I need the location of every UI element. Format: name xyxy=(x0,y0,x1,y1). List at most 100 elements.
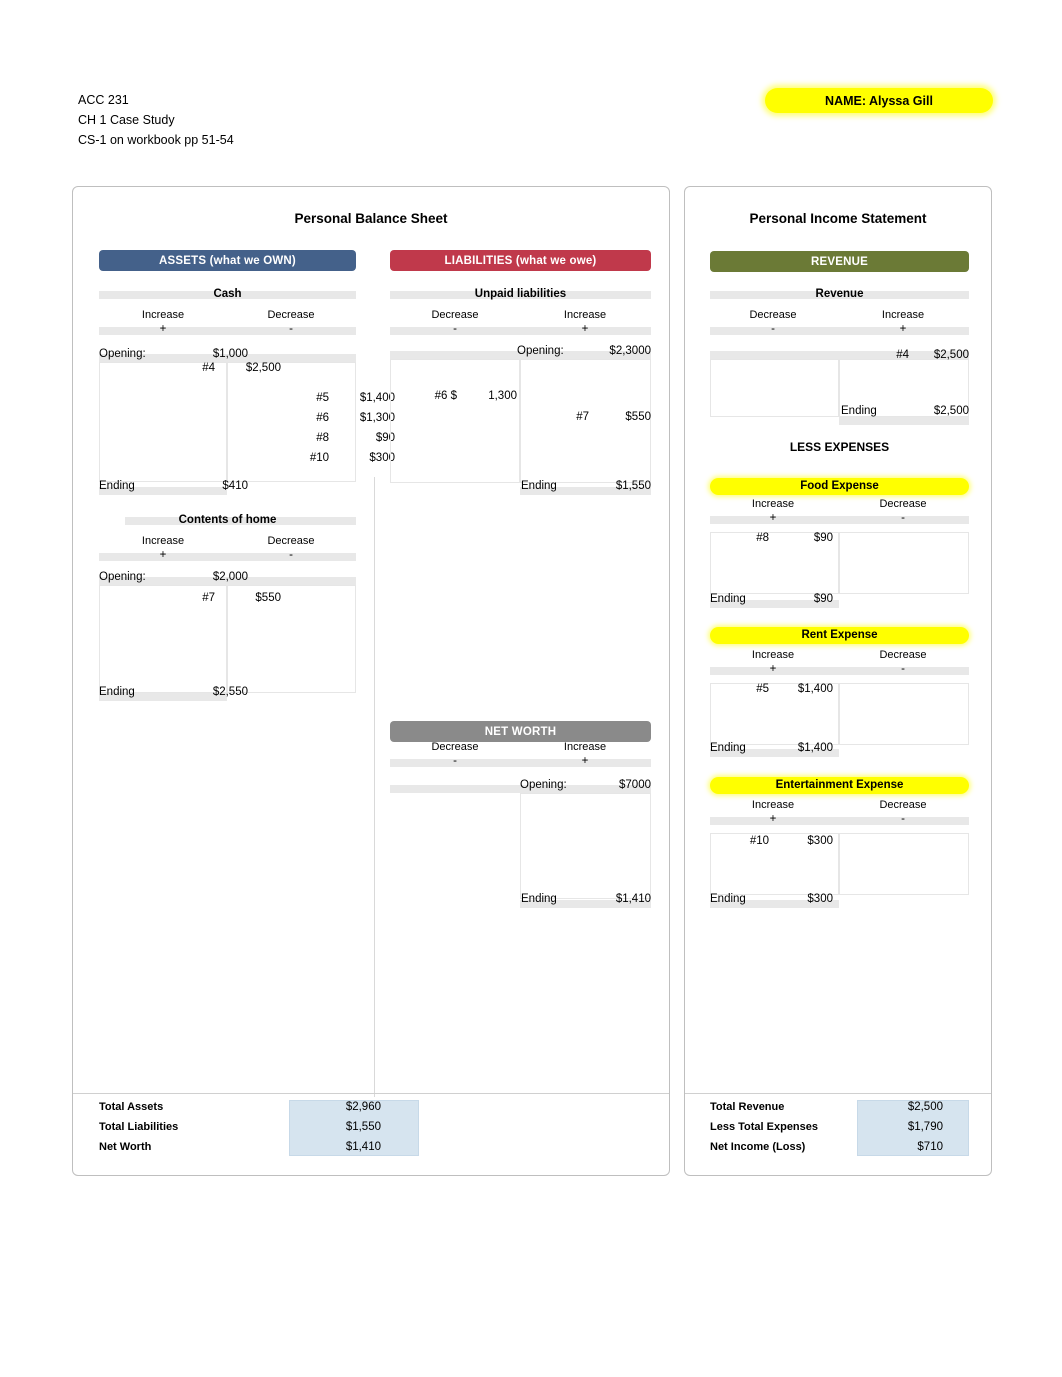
is-total-value-1: $1,790 xyxy=(907,1121,943,1133)
cash-sign-minus: - xyxy=(289,323,293,335)
cash-right-ref-1: #6 xyxy=(316,412,329,424)
networth-ending-label: Ending xyxy=(521,893,557,905)
balance-sheet-title: Personal Balance Sheet xyxy=(294,211,448,226)
unpaid-left-ref-0: #6 $ xyxy=(434,390,457,402)
entertainment-sign-plus: + xyxy=(769,813,777,825)
entertainment-left-ref-0: #10 xyxy=(749,835,769,847)
rent-ending-label: Ending xyxy=(710,742,746,754)
contents-col-decrease: Decrease xyxy=(267,535,315,547)
cash-right-amt-1: $1,300 xyxy=(359,412,395,424)
bs-total-value-1: $1,550 xyxy=(345,1121,381,1133)
cash-right-ref-0: #5 xyxy=(316,392,329,404)
cash-title: Cash xyxy=(213,288,242,300)
networth-col-increase: Increase xyxy=(563,741,607,753)
unpaid-right-amt-0: $550 xyxy=(625,411,651,423)
cash-right-amt-0: $1,400 xyxy=(359,392,395,404)
bs-total-label-2: Net Worth xyxy=(99,1141,152,1153)
unpaid-ending-label: Ending xyxy=(521,480,557,492)
cash-right-ref-2: #8 xyxy=(316,432,329,444)
less-expenses-heading: LESS EXPENSES xyxy=(789,440,890,454)
cash-opening-value: $1,000 xyxy=(212,348,248,360)
contents-col-increase: Increase xyxy=(141,535,185,547)
contents-ending-label: Ending xyxy=(99,686,135,698)
cash-ending-value: $410 xyxy=(222,480,248,492)
unpaid-left-amt-0: 1,300 xyxy=(488,390,517,402)
revenue-right-amt-0: $2,500 xyxy=(933,349,969,361)
revenue-ending-value: $2,500 xyxy=(933,405,969,417)
revenue-ending-label: Ending xyxy=(841,405,877,417)
contents-ending-value: $2,550 xyxy=(212,686,248,698)
is-total-label-2: Net Income (Loss) xyxy=(710,1141,806,1153)
revenue-sign-minus: - xyxy=(771,323,775,335)
food-col-increase: Increase xyxy=(751,498,795,510)
entertainment-ending-label: Ending xyxy=(710,893,746,905)
is-total-label-1: Less Total Expenses xyxy=(710,1121,819,1133)
personal-income-statement-panel: Personal Income Statement REVENUE Revenu… xyxy=(684,186,992,1176)
networth-band: NET WORTH xyxy=(390,721,651,742)
cash-left-ref-0: #4 xyxy=(202,362,215,374)
cash-left-amt-0: $2,500 xyxy=(245,362,281,374)
rent-left-ref-0: #5 xyxy=(756,683,769,695)
cash-col-increase: Increase xyxy=(141,309,185,321)
contents-title: Contents of home xyxy=(178,514,277,526)
food-expense-title: Food Expense xyxy=(710,478,969,495)
food-ending-value: $90 xyxy=(813,593,833,605)
unpaid-opening-label: Opening: xyxy=(517,345,564,357)
revenue-sign-plus: + xyxy=(899,323,907,335)
cash-sign-plus: + xyxy=(159,323,167,335)
bs-total-label-0: Total Assets xyxy=(99,1101,164,1113)
food-ending-label: Ending xyxy=(710,593,746,605)
food-left-ref-0: #8 xyxy=(756,532,769,544)
rent-ending-value: $1,400 xyxy=(797,742,833,754)
networth-sign-plus: + xyxy=(581,755,589,767)
entertainment-col-increase: Increase xyxy=(751,799,795,811)
cash-right-ref-3: #10 xyxy=(309,452,329,464)
student-name-field: NAME: Alyssa Gill xyxy=(765,88,993,113)
cash-right-amt-2: $90 xyxy=(375,432,395,444)
rent-col-increase: Increase xyxy=(751,649,795,661)
revenue-col-decrease: Decrease xyxy=(749,309,797,321)
is-total-value-0: $2,500 xyxy=(907,1101,943,1113)
food-sign-plus: + xyxy=(769,512,777,524)
unpaid-opening-value: $2,3000 xyxy=(609,345,651,357)
networth-opening-value: $7000 xyxy=(619,779,651,791)
cash-opening-label: Opening: xyxy=(99,348,146,360)
contents-opening-value: $2,000 xyxy=(212,571,248,583)
contents-left-amt-0: $550 xyxy=(255,592,281,604)
bs-total-value-2: $1,410 xyxy=(345,1141,381,1153)
networth-ending-value: $1,410 xyxy=(615,893,651,905)
rent-sign-plus: + xyxy=(769,663,777,675)
contents-sign-plus: + xyxy=(159,549,167,561)
networth-sign-minus: - xyxy=(453,755,457,767)
revenue-col-increase: Increase xyxy=(881,309,925,321)
unpaid-ending-value: $1,550 xyxy=(615,480,651,492)
assignment-title: CH 1 Case Study xyxy=(78,113,175,127)
contents-sign-minus: - xyxy=(289,549,293,561)
rent-expense-title: Rent Expense xyxy=(710,627,969,644)
income-statement-title: Personal Income Statement xyxy=(749,211,927,226)
assignment-reference: CS-1 on workbook pp 51-54 xyxy=(78,133,234,147)
entertainment-left-amt-0: $300 xyxy=(807,835,833,847)
rent-col-decrease: Decrease xyxy=(879,649,927,661)
cash-ending-label: Ending xyxy=(99,480,135,492)
unpaid-sign-minus: - xyxy=(453,323,457,335)
unpaid-right-ref-0: #7 xyxy=(576,411,589,423)
liabilities-band: LIABILITIES (what we owe) xyxy=(390,250,651,271)
cash-col-decrease: Decrease xyxy=(267,309,315,321)
bs-total-value-0: $2,960 xyxy=(345,1101,381,1113)
food-sign-minus: - xyxy=(901,512,905,524)
rent-sign-minus: - xyxy=(901,663,905,675)
course-code: ACC 231 xyxy=(78,93,129,107)
contents-left-ref-0: #7 xyxy=(202,592,215,604)
revenue-title: Revenue xyxy=(815,288,864,300)
bs-total-label-1: Total Liabilities xyxy=(99,1121,179,1133)
food-left-amt-0: $90 xyxy=(813,532,833,544)
contents-opening-label: Opening: xyxy=(99,571,146,583)
revenue-band: REVENUE xyxy=(710,251,969,272)
food-col-decrease: Decrease xyxy=(879,498,927,510)
assets-band: ASSETS (what we OWN) xyxy=(99,250,356,271)
cash-right-amt-3: $300 xyxy=(369,452,395,464)
unpaid-title: Unpaid liabilities xyxy=(474,288,567,300)
entertainment-ending-value: $300 xyxy=(807,893,833,905)
revenue-right-ref-0: #4 xyxy=(896,349,909,361)
